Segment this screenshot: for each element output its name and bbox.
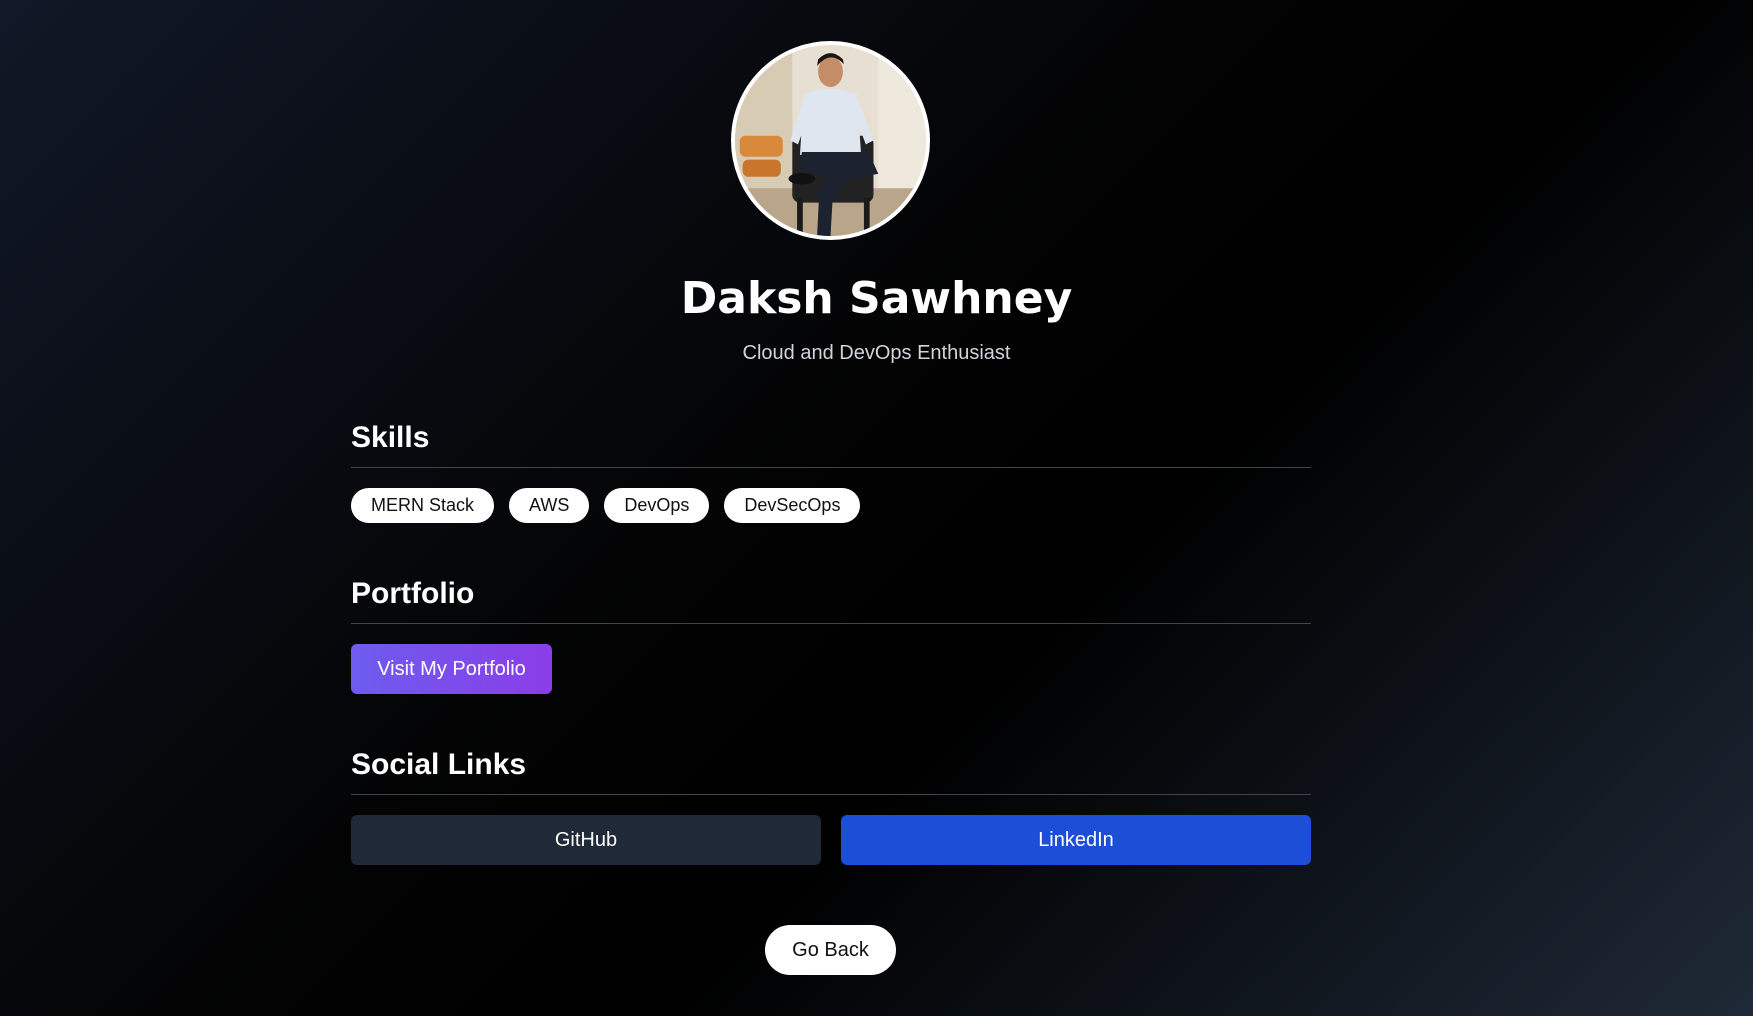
go-back-button[interactable]: Go Back [765, 925, 896, 975]
social-links-divider [351, 794, 1311, 795]
github-button[interactable]: GitHub [351, 815, 821, 865]
skill-chip: MERN Stack [351, 488, 495, 523]
visit-portfolio-button[interactable]: Visit My Portfolio [351, 644, 552, 694]
avatar-photo [735, 45, 926, 236]
skills-heading: Skills [351, 421, 430, 454]
profile-tagline: Cloud and DevOps Enthusiast [742, 342, 1011, 364]
social-links-heading: Social Links [351, 748, 527, 781]
portfolio-heading: Portfolio [351, 577, 475, 610]
skill-chip: DevSecOps [724, 488, 861, 523]
skill-chip: DevOps [604, 488, 710, 523]
profile-name: Daksh Sawhney [680, 273, 1073, 324]
avatar [731, 41, 930, 240]
skill-chip: AWS [509, 488, 590, 523]
skills-divider [351, 467, 1311, 468]
skills-list: MERN Stack AWS DevOps DevSecOps [351, 488, 861, 523]
profile-page: Daksh Sawhney Cloud and DevOps Enthusias… [0, 0, 1753, 1016]
linkedin-button[interactable]: LinkedIn [841, 815, 1311, 865]
portfolio-divider [351, 623, 1311, 624]
